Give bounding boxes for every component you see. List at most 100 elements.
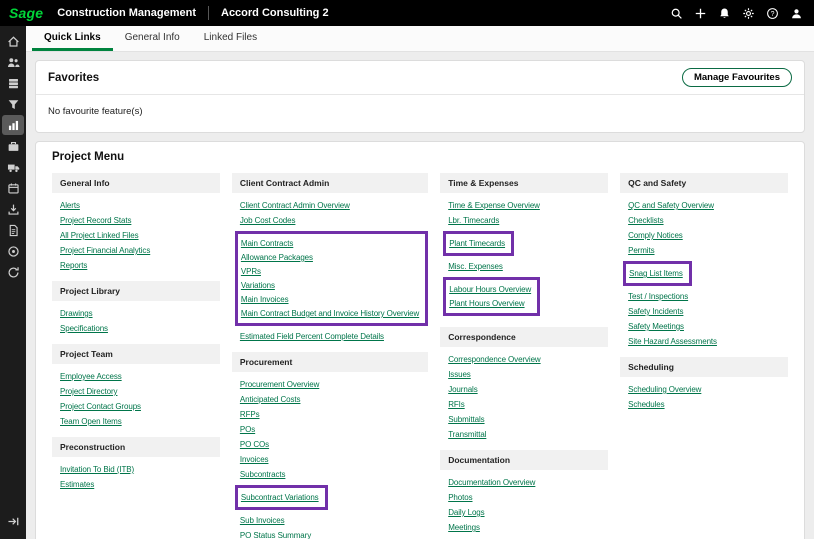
settings-icon bbox=[742, 7, 755, 20]
menu-link-journals[interactable]: Journals bbox=[448, 385, 477, 394]
menu-link-anticipated-costs[interactable]: Anticipated Costs bbox=[240, 395, 301, 404]
sidebar-item-home[interactable] bbox=[2, 31, 24, 51]
menu-link-comply-notices[interactable]: Comply Notices bbox=[628, 231, 683, 240]
menu-link-po-status-summary[interactable]: PO Status Summary bbox=[240, 531, 311, 539]
menu-link-project-record-stats[interactable]: Project Record Stats bbox=[60, 216, 131, 225]
menu-link-issues[interactable]: Issues bbox=[448, 370, 471, 379]
tab-linked-files[interactable]: Linked Files bbox=[192, 26, 269, 51]
sidebar-item-documents[interactable] bbox=[2, 220, 24, 240]
menu-link-checklists[interactable]: Checklists bbox=[628, 216, 663, 225]
menu-link-safety-meetings[interactable]: Safety Meetings bbox=[628, 322, 684, 331]
sage-logo[interactable]: Sage bbox=[0, 5, 57, 21]
sidebar-item-equipment[interactable] bbox=[2, 157, 24, 177]
menu-link-rfis[interactable]: RFIs bbox=[448, 400, 465, 409]
section-header: Correspondence bbox=[440, 327, 608, 347]
favorites-card: Favorites Manage Favourites No favourite… bbox=[35, 60, 805, 133]
menu-link-invitation-to-bid-itb[interactable]: Invitation To Bid (ITB) bbox=[60, 465, 134, 474]
section-header: Documentation bbox=[440, 450, 608, 470]
menu-section-project-team: Project TeamEmployee AccessProject Direc… bbox=[52, 344, 220, 426]
topbar-notifications-button[interactable] bbox=[716, 5, 733, 22]
menu-link-lbr-timecards[interactable]: Lbr. Timecards bbox=[448, 216, 499, 225]
menu-section-project-library: Project LibraryDrawingsSpecifications bbox=[52, 281, 220, 333]
documents-icon bbox=[7, 224, 20, 237]
menu-link-meetings[interactable]: Meetings bbox=[448, 523, 480, 532]
manage-favourites-button[interactable]: Manage Favourites bbox=[682, 68, 792, 87]
menu-link-rfps[interactable]: RFPs bbox=[240, 410, 260, 419]
menu-link-schedules[interactable]: Schedules bbox=[628, 400, 664, 409]
topbar-settings-button[interactable] bbox=[740, 5, 757, 22]
tab-general-info[interactable]: General Info bbox=[113, 26, 192, 51]
menu-link-daily-logs[interactable]: Daily Logs bbox=[448, 508, 484, 517]
sidebar-item-modules[interactable] bbox=[2, 73, 24, 93]
menu-link-submittals[interactable]: Submittals bbox=[448, 415, 484, 424]
sidebar-item-sync[interactable] bbox=[2, 262, 24, 282]
menu-link-drawings[interactable]: Drawings bbox=[60, 309, 93, 318]
menu-link-allowance-packages[interactable]: Allowance Packages bbox=[241, 253, 313, 262]
menu-link-invoices[interactable]: Invoices bbox=[240, 455, 269, 464]
sidebar-item-calendar[interactable] bbox=[2, 178, 24, 198]
menu-link-client-contract-admin-overview[interactable]: Client Contract Admin Overview bbox=[240, 201, 350, 210]
menu-link-documentation-overview[interactable]: Documentation Overview bbox=[448, 478, 535, 487]
topbar-add-button[interactable] bbox=[692, 5, 709, 22]
menu-link-site-hazard-assessments[interactable]: Site Hazard Assessments bbox=[628, 337, 717, 346]
menu-link-test-inspections[interactable]: Test / Inspections bbox=[628, 292, 688, 301]
topbar-user-button[interactable] bbox=[788, 5, 805, 22]
menu-link-subcontract-variations[interactable]: Subcontract Variations bbox=[241, 493, 319, 502]
topbar-search-button[interactable] bbox=[668, 5, 685, 22]
sidebar-item-collapse[interactable] bbox=[2, 511, 24, 531]
menu-link-main-contract-budget-and-invoice-history-overview[interactable]: Main Contract Budget and Invoice History… bbox=[241, 309, 419, 318]
menu-link-time-expense-overview[interactable]: Time & Expense Overview bbox=[448, 201, 540, 210]
menu-link-variations[interactable]: Variations bbox=[241, 281, 275, 290]
menu-link-estimates[interactable]: Estimates bbox=[60, 480, 94, 489]
sidebar-item-downloads[interactable] bbox=[2, 199, 24, 219]
menu-link-plant-hours-overview[interactable]: Plant Hours Overview bbox=[449, 299, 524, 308]
menu-link-team-open-items[interactable]: Team Open Items bbox=[60, 417, 122, 426]
sidebar-item-analytics[interactable] bbox=[2, 115, 24, 135]
topbar-icons: ? bbox=[668, 5, 814, 22]
downloads-icon bbox=[7, 203, 20, 216]
menu-link-correspondence-overview[interactable]: Correspondence Overview bbox=[448, 355, 540, 364]
sidebar-item-team[interactable] bbox=[2, 52, 24, 72]
menu-link-vprs[interactable]: VPRs bbox=[241, 267, 261, 276]
menu-link-alerts[interactable]: Alerts bbox=[60, 201, 80, 210]
menu-link-project-financial-analytics[interactable]: Project Financial Analytics bbox=[60, 246, 150, 255]
menu-link-scheduling-overview[interactable]: Scheduling Overview bbox=[628, 385, 701, 394]
topbar: Sage Construction Management Accord Cons… bbox=[0, 0, 814, 26]
team-icon bbox=[7, 56, 20, 69]
menu-link-specifications[interactable]: Specifications bbox=[60, 324, 108, 333]
menu-link-snag-list-items[interactable]: Snag List Items bbox=[629, 269, 683, 278]
menu-link-main-contracts[interactable]: Main Contracts bbox=[241, 239, 293, 248]
sidebar-item-records[interactable] bbox=[2, 241, 24, 261]
project-menu-card: Project Menu General InfoAlertsProject R… bbox=[35, 141, 805, 539]
section-header: Procurement bbox=[232, 352, 428, 372]
menu-link-project-contact-groups[interactable]: Project Contact Groups bbox=[60, 402, 141, 411]
menu-link-plant-timecards[interactable]: Plant Timecards bbox=[449, 239, 505, 248]
topbar-divider bbox=[208, 6, 209, 20]
menu-link-project-directory[interactable]: Project Directory bbox=[60, 387, 117, 396]
menu-link-estimated-field-percent-complete-details[interactable]: Estimated Field Percent Complete Details bbox=[240, 332, 384, 341]
menu-link-misc-expenses[interactable]: Misc. Expenses bbox=[448, 262, 503, 271]
menu-link-employee-access[interactable]: Employee Access bbox=[60, 372, 122, 381]
topbar-help-button[interactable]: ? bbox=[764, 5, 781, 22]
sidebar-item-projects[interactable] bbox=[2, 136, 24, 156]
sync-icon bbox=[7, 266, 20, 279]
menu-link-reports[interactable]: Reports bbox=[60, 261, 87, 270]
tab-quick-links[interactable]: Quick Links bbox=[32, 26, 113, 51]
menu-link-procurement-overview[interactable]: Procurement Overview bbox=[240, 380, 319, 389]
menu-link-subcontracts[interactable]: Subcontracts bbox=[240, 470, 286, 479]
menu-link-permits[interactable]: Permits bbox=[628, 246, 654, 255]
menu-link-qc-and-safety-overview[interactable]: QC and Safety Overview bbox=[628, 201, 714, 210]
menu-link-job-cost-codes[interactable]: Job Cost Codes bbox=[240, 216, 296, 225]
menu-link-po-cos[interactable]: PO COs bbox=[240, 440, 269, 449]
menu-link-photos[interactable]: Photos bbox=[448, 493, 472, 502]
modules-icon bbox=[7, 77, 20, 90]
menu-link-sub-invoices[interactable]: Sub Invoices bbox=[240, 516, 285, 525]
highlight-box: Plant Timecards bbox=[443, 231, 514, 256]
menu-link-all-project-linked-files[interactable]: All Project Linked Files bbox=[60, 231, 139, 240]
menu-link-safety-incidents[interactable]: Safety Incidents bbox=[628, 307, 683, 316]
sidebar-item-filter[interactable] bbox=[2, 94, 24, 114]
menu-link-transmittal[interactable]: Transmittal bbox=[448, 430, 486, 439]
menu-link-labour-hours-overview[interactable]: Labour Hours Overview bbox=[449, 285, 531, 294]
menu-link-main-invoices[interactable]: Main Invoices bbox=[241, 295, 289, 304]
menu-link-pos[interactable]: POs bbox=[240, 425, 255, 434]
